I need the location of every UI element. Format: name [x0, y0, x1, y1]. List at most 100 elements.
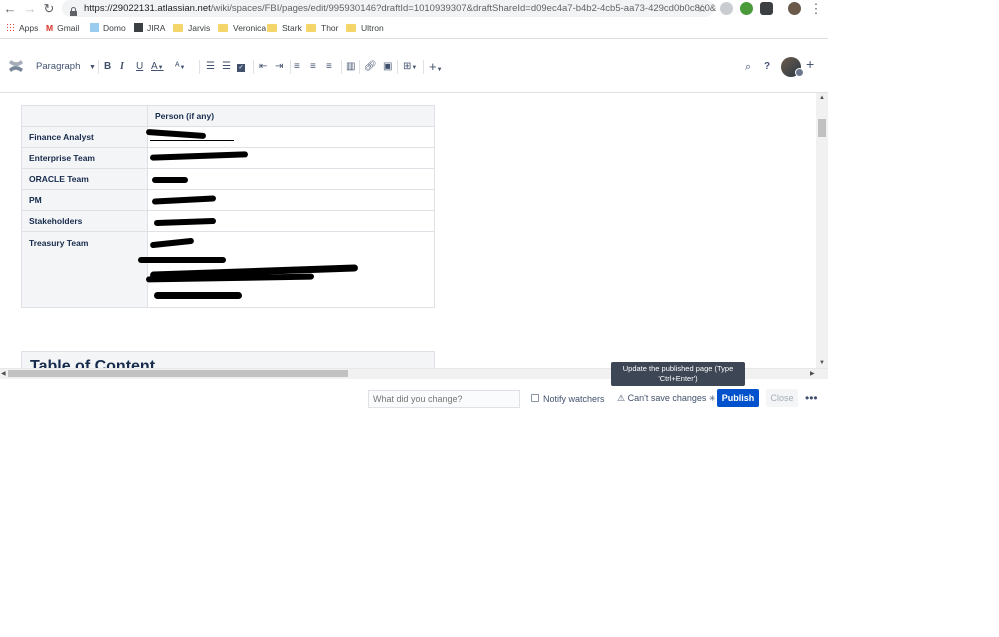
warning-icon: ⚠ — [617, 393, 626, 403]
confluence-logo-icon[interactable] — [8, 58, 24, 79]
more-options-icon[interactable]: ••• — [805, 391, 818, 405]
tooltip-text: 'Ctrl+Enter') — [658, 374, 698, 383]
back-icon[interactable]: ← — [2, 1, 18, 17]
toc-heading-block[interactable]: Table of Content — [21, 351, 435, 368]
search-icon[interactable]: ⌕ — [745, 61, 751, 73]
profile-avatar-icon[interactable] — [788, 2, 801, 15]
role-cell[interactable]: PM — [21, 189, 148, 211]
redaction-mark — [152, 177, 188, 183]
change-comment-input[interactable] — [368, 390, 520, 408]
role-cell[interactable]: Treasury Team — [21, 231, 148, 308]
divider — [199, 60, 200, 74]
tooltip-text: Update the published page (Type — [622, 364, 734, 373]
table-header-cell[interactable] — [21, 105, 148, 127]
link-icon[interactable]: 🔗︎ — [364, 61, 377, 73]
spinner-icon: ✳ — [708, 394, 716, 403]
table-icon[interactable]: ⊞▼ — [403, 61, 417, 74]
bookmark-domo[interactable]: Domo — [90, 22, 126, 34]
align-center-icon[interactable]: ≡ — [310, 61, 316, 73]
redaction-mark — [154, 292, 242, 299]
folder-icon — [218, 24, 228, 32]
bookmark-jira[interactable]: JIRA — [134, 22, 165, 34]
person-cell[interactable] — [147, 168, 435, 190]
bookmark-ultron[interactable]: Ultron — [346, 22, 384, 34]
notify-watchers-checkbox[interactable] — [531, 394, 539, 402]
folder-icon — [306, 24, 316, 32]
bullet-list-icon[interactable]: ☰ — [206, 61, 215, 73]
add-collaborator-icon[interactable]: + — [806, 57, 814, 71]
role-cell[interactable]: Stakeholders — [21, 210, 148, 232]
bookmarks-bar: Apps M Gmail Domo JIRA Jarvis Veronica St… — [0, 18, 999, 38]
indent-icon[interactable]: ⇥ — [275, 61, 283, 73]
redaction-mark — [150, 140, 234, 141]
paragraph-style-dropdown[interactable]: Paragraph ▼ — [36, 61, 96, 72]
folder-icon — [346, 24, 356, 32]
browser-address-bar: ← → ↻ https://29022131.atlassian.net/wik… — [0, 0, 999, 18]
jira-icon — [134, 23, 143, 32]
table-row: PM — [21, 189, 435, 211]
numbered-list-icon[interactable]: ☰ — [222, 61, 231, 73]
align-right-icon[interactable]: ≡ — [326, 61, 332, 73]
folder-icon — [267, 24, 277, 32]
avatar-badge — [795, 68, 804, 77]
bookmark-thor[interactable]: Thor — [306, 22, 338, 34]
role-cell[interactable]: ORACLE Team — [21, 168, 148, 190]
italic-button[interactable]: I — [120, 61, 124, 73]
task-list-icon[interactable]: ✓ — [237, 61, 245, 73]
notify-watchers-label: Notify watchers — [543, 394, 605, 404]
scroll-right-icon[interactable]: ▶ — [810, 370, 815, 377]
bookmark-jarvis[interactable]: Jarvis — [173, 22, 210, 34]
scroll-down-icon[interactable]: ▼ — [819, 360, 825, 366]
role-cell[interactable]: Finance Analyst — [21, 126, 148, 148]
role-cell[interactable]: Enterprise Team — [21, 147, 148, 169]
scroll-left-icon[interactable]: ◀ — [1, 370, 6, 377]
extension-icon-dark[interactable] — [760, 2, 773, 15]
forward-icon[interactable]: → — [22, 1, 38, 17]
save-warning: ⚠ Can't save changes ✳ — [617, 393, 716, 403]
folder-icon — [173, 24, 183, 32]
divider — [359, 60, 360, 74]
insert-button[interactable]: +▼ — [429, 60, 443, 76]
divider — [397, 60, 398, 74]
reload-icon[interactable]: ↻ — [41, 1, 57, 17]
chrome-menu-icon[interactable]: ⋮ — [808, 1, 824, 17]
layout-icon[interactable]: ▥ — [346, 61, 355, 73]
bookmark-stark[interactable]: Stark — [267, 22, 302, 34]
gmail-icon: M — [46, 23, 54, 33]
align-left-icon[interactable]: ≡ — [294, 61, 300, 73]
underline-button[interactable]: U — [136, 61, 143, 73]
bookmark-veronica[interactable]: Veronica — [218, 22, 266, 34]
table-header-cell[interactable]: Person (if any) — [147, 105, 435, 127]
apps-grid-icon — [6, 23, 15, 32]
scroll-up-icon[interactable]: ▲ — [819, 95, 825, 101]
bookmark-gmail[interactable]: M Gmail — [46, 22, 79, 34]
url-text[interactable]: https://29022131.atlassian.net/wiki/spac… — [84, 3, 716, 14]
publish-button[interactable]: Publish — [717, 389, 759, 407]
domo-icon — [90, 23, 99, 32]
extension-icon[interactable] — [740, 2, 753, 15]
text-color-button[interactable]: A▼ — [151, 61, 164, 74]
publish-tooltip: Update the published page (Type 'Ctrl+En… — [611, 362, 745, 386]
help-icon[interactable]: ? — [764, 61, 770, 73]
table-row: Enterprise Team — [21, 147, 435, 169]
chevron-down-icon: ▼ — [89, 64, 96, 71]
toc-title: Table of Content — [30, 358, 156, 368]
divider — [341, 60, 342, 74]
redaction-mark — [138, 257, 226, 263]
drive-extension-icon[interactable] — [720, 2, 733, 15]
lock-icon — [70, 3, 77, 16]
divider — [423, 60, 424, 74]
more-formatting-button[interactable]: ᴬ▼ — [175, 61, 185, 74]
vertical-scrollbar-thumb[interactable] — [818, 119, 826, 137]
bold-button[interactable]: B — [104, 61, 111, 73]
image-icon[interactable]: ▣ — [383, 61, 392, 73]
horizontal-scrollbar-thumb[interactable] — [8, 370, 348, 377]
star-icon[interactable]: ☆ — [694, 1, 710, 17]
table-row: Stakeholders — [21, 210, 435, 232]
table-row: ORACLE Team — [21, 168, 435, 190]
bookmark-apps[interactable]: Apps — [6, 22, 38, 34]
editor-toolbar: Paragraph ▼ B I U A▼ ᴬ▼ ☰ ☰ ✓ ⇤ ⇥ ≡ ≡ ≡ … — [0, 39, 828, 93]
editor-content[interactable]: Person (if any) Finance Analyst Enterpri… — [0, 93, 828, 368]
close-button[interactable]: Close — [766, 389, 798, 407]
outdent-icon[interactable]: ⇤ — [259, 61, 267, 73]
